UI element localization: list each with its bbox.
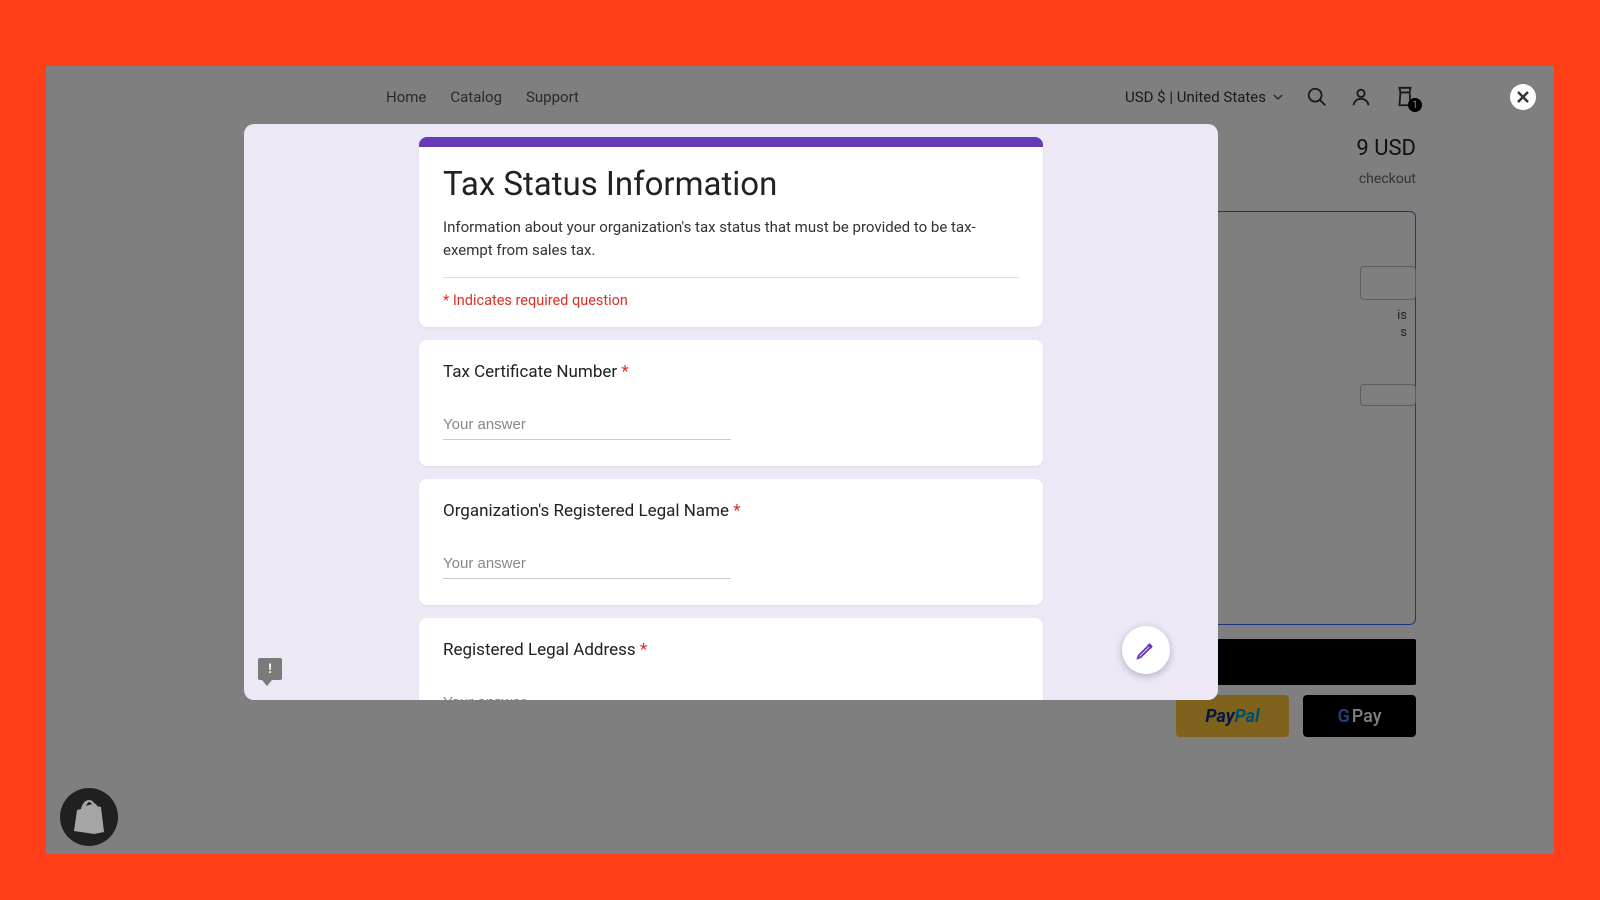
required-star: * xyxy=(621,362,628,382)
question-text: Tax Certificate Number xyxy=(443,362,617,382)
close-icon[interactable] xyxy=(1510,84,1536,110)
shopify-badge-icon[interactable] xyxy=(60,788,118,846)
question-text: Registered Legal Address xyxy=(443,640,636,660)
question-card-org-name: Organization's Registered Legal Name * xyxy=(419,479,1043,605)
question-label: Organization's Registered Legal Name * xyxy=(443,501,1019,521)
modal-scroll[interactable]: Tax Status Information Information about… xyxy=(244,124,1218,700)
form-required-note: * Indicates required question xyxy=(443,292,1019,309)
tax-form-modal: Tax Status Information Information about… xyxy=(244,124,1218,700)
question-label: Tax Certificate Number * xyxy=(443,362,1019,382)
form-header-card: Tax Status Information Information about… xyxy=(419,137,1043,327)
question-card-tax-cert: Tax Certificate Number * xyxy=(419,340,1043,466)
pencil-icon xyxy=(1135,639,1157,661)
question-label: Registered Legal Address * xyxy=(443,640,1019,660)
required-star: * xyxy=(640,640,647,660)
edit-fab[interactable] xyxy=(1122,626,1170,674)
report-icon[interactable]: ! xyxy=(258,658,282,680)
report-icon-tail xyxy=(262,680,272,686)
form-column: Tax Status Information Information about… xyxy=(419,137,1043,700)
required-star: * xyxy=(733,501,740,521)
tax-cert-input[interactable] xyxy=(443,412,731,440)
form-description: Information about your organization's ta… xyxy=(443,216,1019,278)
address-input[interactable] xyxy=(443,690,731,700)
app-frame: Home Catalog Support USD $ | United Stat… xyxy=(46,66,1554,854)
question-card-address: Registered Legal Address * xyxy=(419,618,1043,700)
app-area: Home Catalog Support USD $ | United Stat… xyxy=(46,66,1554,854)
org-name-input[interactable] xyxy=(443,551,731,579)
form-title: Tax Status Information xyxy=(443,165,1019,204)
question-text: Organization's Registered Legal Name xyxy=(443,501,729,521)
